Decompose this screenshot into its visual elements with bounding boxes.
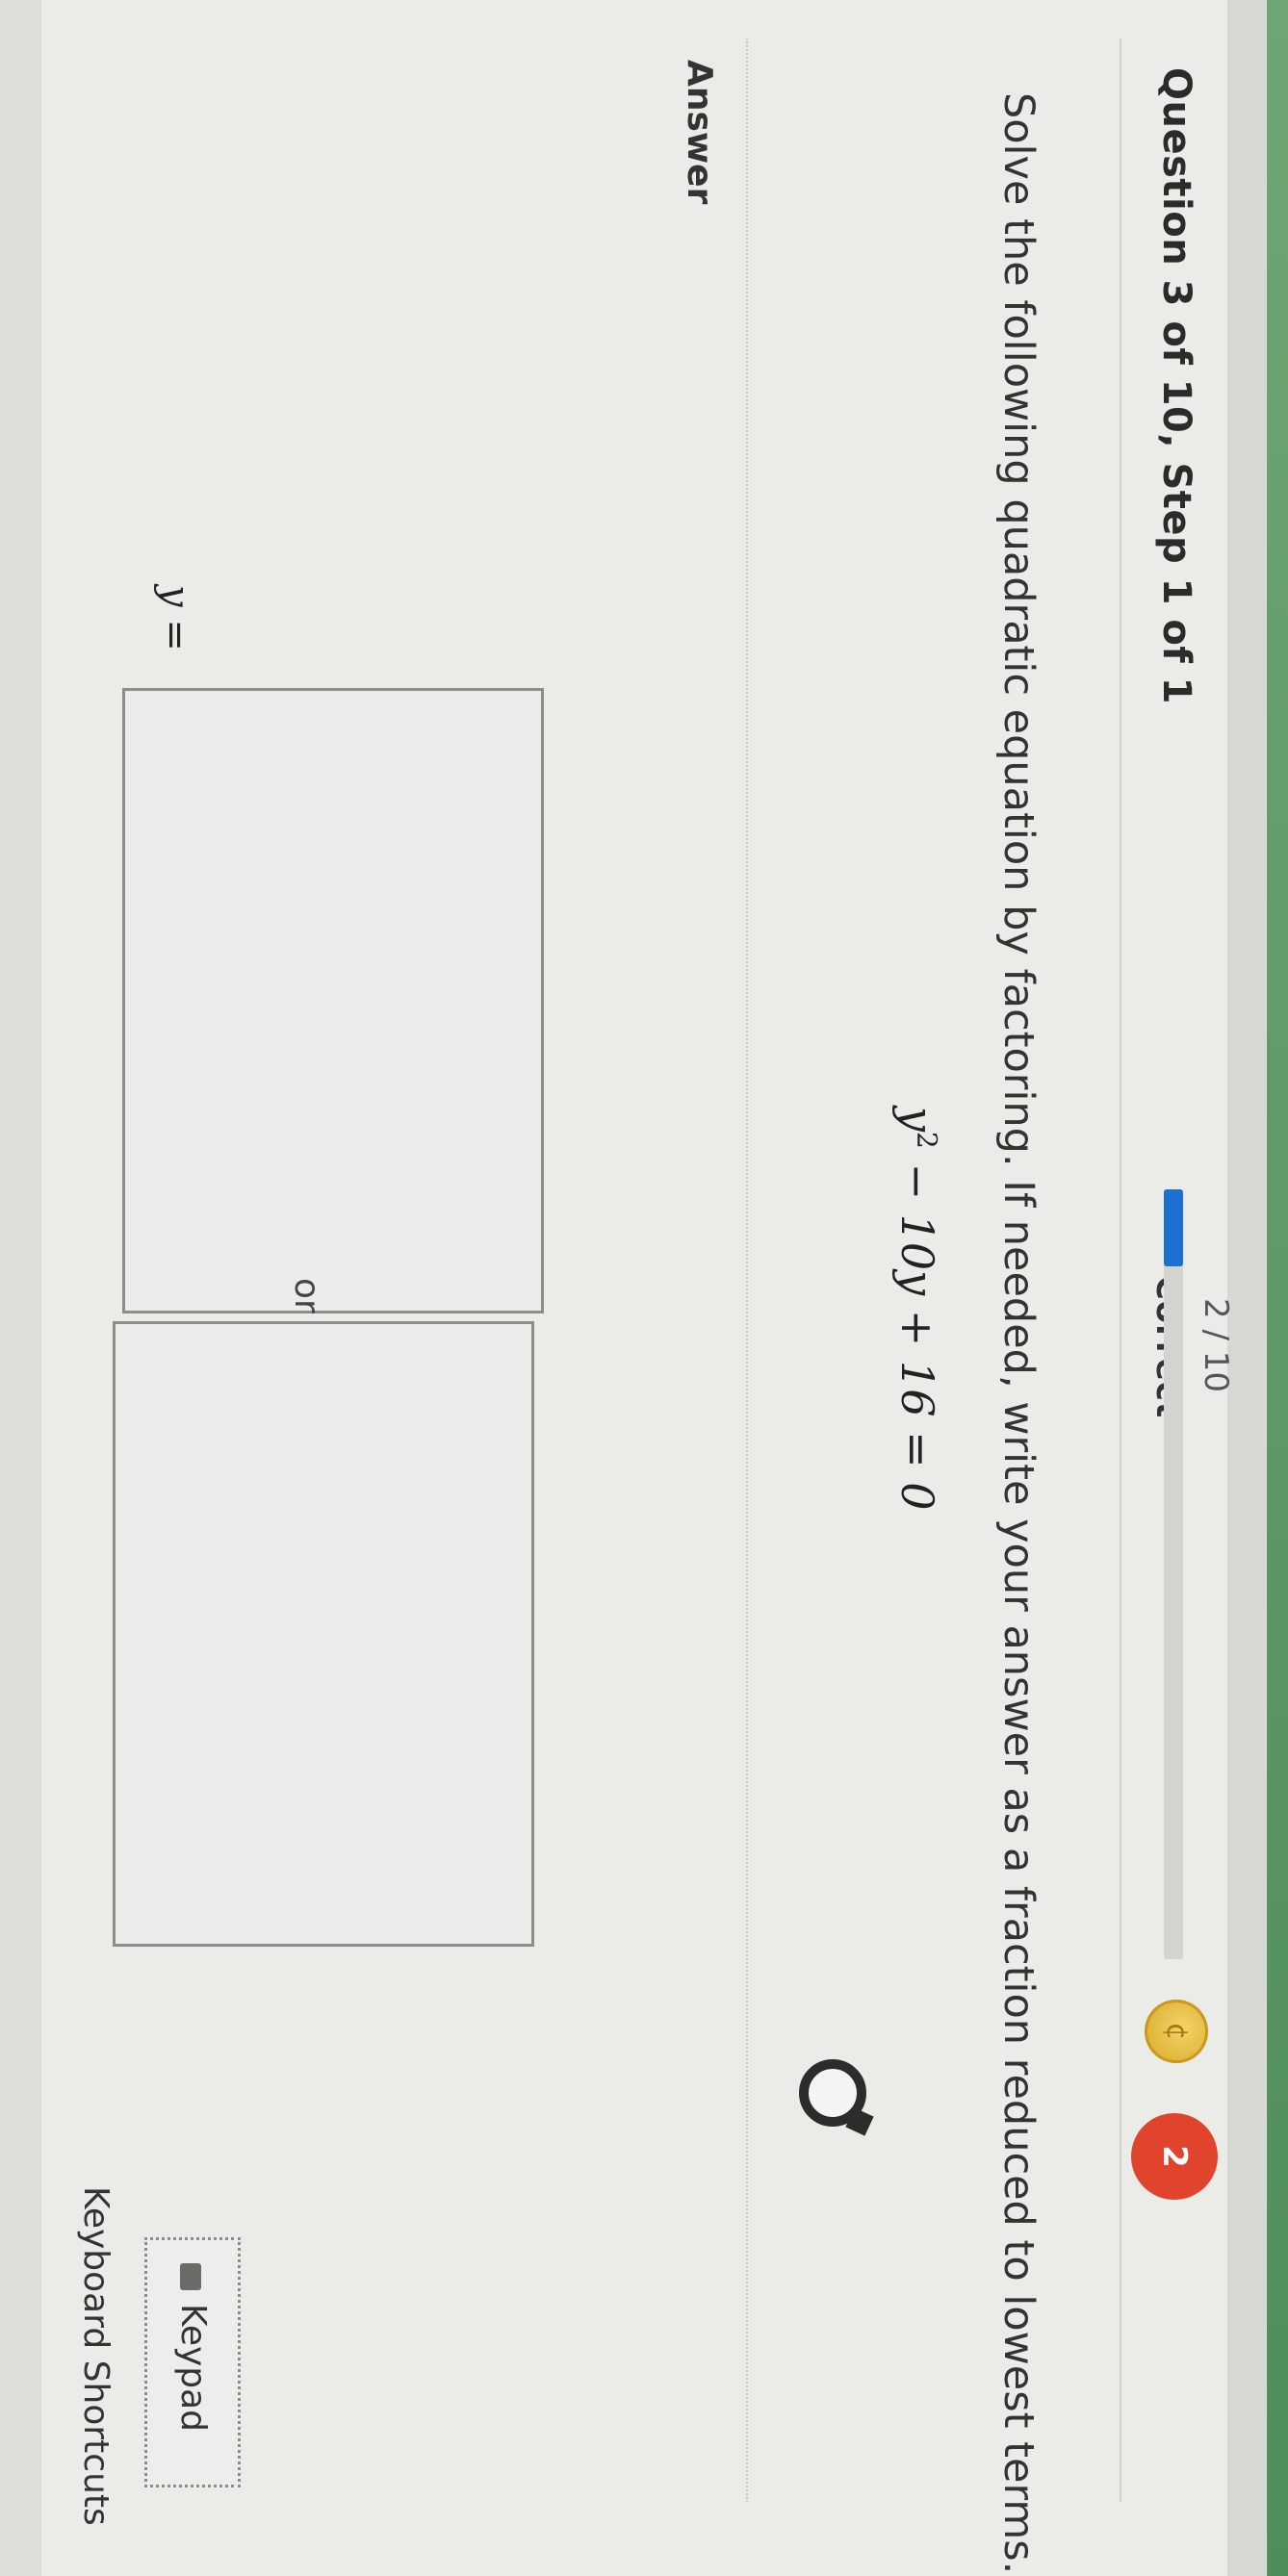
or-label: or bbox=[287, 1278, 326, 1314]
equation-rest: − 10y + 16 = 0 bbox=[891, 1148, 943, 1511]
keyboard-shortcuts-link[interactable]: Keyboard Shortcuts bbox=[76, 2186, 116, 2526]
bottom-bar bbox=[0, 0, 41, 2576]
equation-exponent: 2 bbox=[911, 1132, 943, 1149]
progress-bar bbox=[1164, 1189, 1183, 1959]
hint-icon[interactable] bbox=[799, 2059, 866, 2127]
answer-divider bbox=[745, 38, 748, 2502]
keypad-label: Keypad bbox=[173, 2304, 213, 2433]
question-title: Question 3 of 10, Step 1 of 1 bbox=[1154, 67, 1198, 704]
equation: y2 − 10y + 16 = 0 bbox=[891, 1107, 943, 1511]
keypad-button[interactable]: Keypad bbox=[144, 2237, 241, 2487]
variable-label: y = bbox=[153, 585, 197, 651]
question-instruction: Solve the following quadratic equation b… bbox=[994, 92, 1043, 2575]
answer-input-2[interactable] bbox=[113, 1321, 534, 1947]
header-divider bbox=[1120, 38, 1121, 2502]
score-count: 2 / 10 bbox=[1197, 1298, 1235, 1392]
keyboard-icon bbox=[180, 2263, 201, 2290]
progress-fill bbox=[1164, 1189, 1183, 1266]
question-page: Question 3 of 10, Step 1 of 1 2 / 10 Cor… bbox=[0, 0, 1266, 2576]
coin-icon[interactable]: ¢ bbox=[1145, 2000, 1208, 2063]
window-edge bbox=[1267, 0, 1288, 2576]
equation-variable: y bbox=[891, 1107, 943, 1132]
answer-input-1[interactable] bbox=[122, 688, 544, 1314]
answer-label: Answer bbox=[680, 60, 719, 205]
heart-badge: 2 bbox=[1131, 2113, 1218, 2200]
